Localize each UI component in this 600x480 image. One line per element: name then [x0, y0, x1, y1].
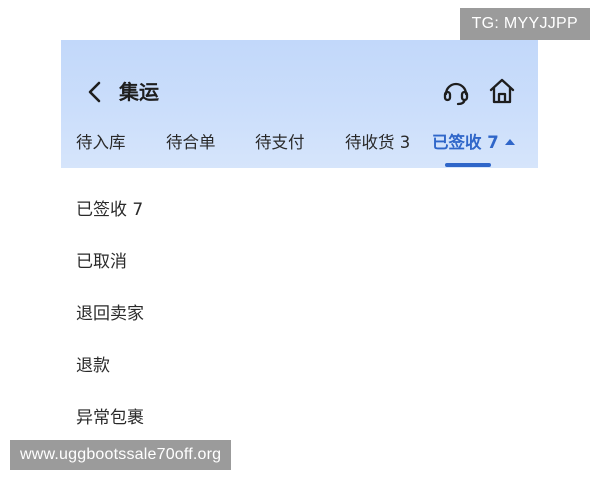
- watermark-top: TG: MYYJJPP: [459, 8, 590, 40]
- status-dropdown: 已签收 7 已取消 退回卖家 退款 异常包裹: [61, 168, 538, 440]
- dropdown-item-abnormal-package[interactable]: 异常包裹: [76, 406, 144, 430]
- page-title: 集运: [119, 80, 159, 104]
- tab-pending-receipt[interactable]: 待收货 3: [345, 132, 410, 154]
- app-window: 集运 待入库 待合单 待支付 待收货 3 已签收 7 已签收 7 已取消 退回卖…: [61, 40, 538, 440]
- header: 集运 待入库 待合单 待支付 待收货 3 已签收 7: [61, 40, 538, 168]
- screen: 集运 待入库 待合单 待支付 待收货 3 已签收 7 已签收 7 已取消 退回卖…: [0, 0, 600, 480]
- tab-pending-payment[interactable]: 待支付: [255, 132, 305, 154]
- dropdown-item-refund[interactable]: 退款: [76, 354, 110, 378]
- tab-pending-merge[interactable]: 待合单: [166, 132, 216, 154]
- active-tab-indicator: [445, 163, 491, 167]
- tab-signed-label: 已签收 7: [432, 133, 499, 152]
- tab-signed[interactable]: 已签收 7: [432, 132, 515, 154]
- headset-icon[interactable]: [441, 77, 471, 107]
- status-tabs: 待入库 待合单 待支付 待收货 3 已签收 7: [61, 122, 538, 168]
- dropdown-item-cancelled[interactable]: 已取消: [76, 250, 127, 274]
- tab-pending-storage[interactable]: 待入库: [76, 132, 126, 154]
- home-icon[interactable]: [487, 76, 517, 106]
- watermark-bottom: www.uggbootssale70off.org: [10, 440, 232, 470]
- chevron-left-icon[interactable]: [83, 79, 109, 105]
- title-bar: 集运: [61, 70, 538, 114]
- caret-up-icon: [504, 138, 515, 145]
- dropdown-item-signed[interactable]: 已签收 7: [76, 198, 143, 222]
- dropdown-item-returned-to-seller[interactable]: 退回卖家: [76, 302, 144, 326]
